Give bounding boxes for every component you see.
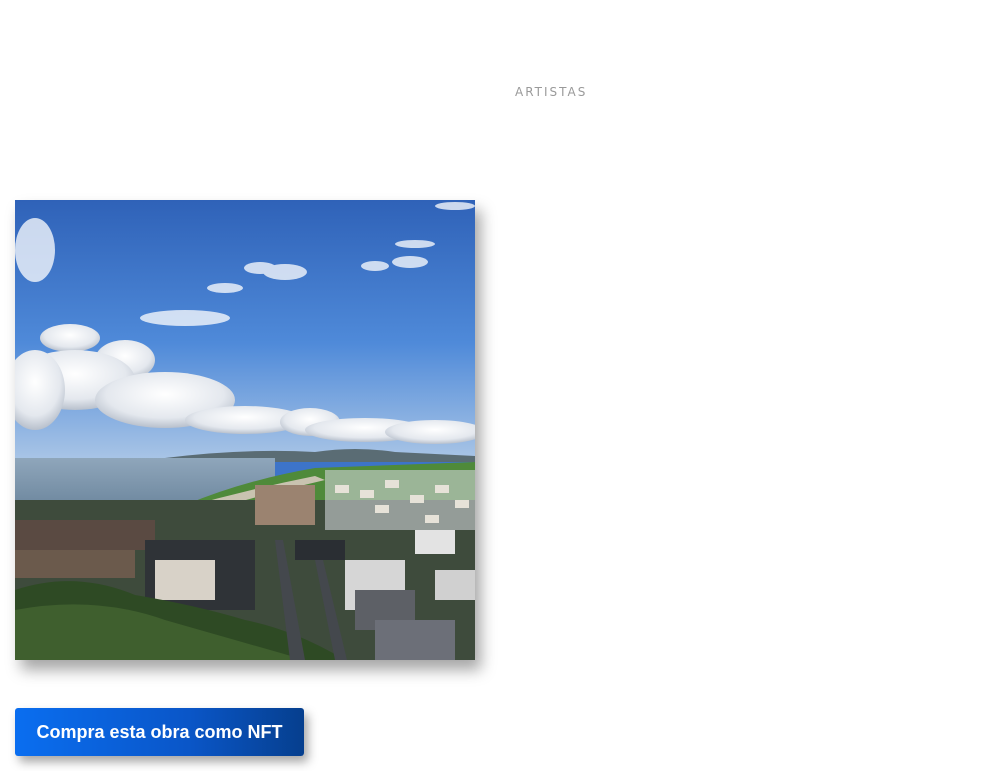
artwork-photo <box>15 200 475 660</box>
nav-link-artists[interactable]: ARTISTAS <box>515 85 587 99</box>
buy-nft-button[interactable]: Compra esta obra como NFT <box>15 708 304 756</box>
artwork-image <box>15 200 475 660</box>
page: ARTISTAS Compra esta obra como NFT <box>0 0 999 771</box>
